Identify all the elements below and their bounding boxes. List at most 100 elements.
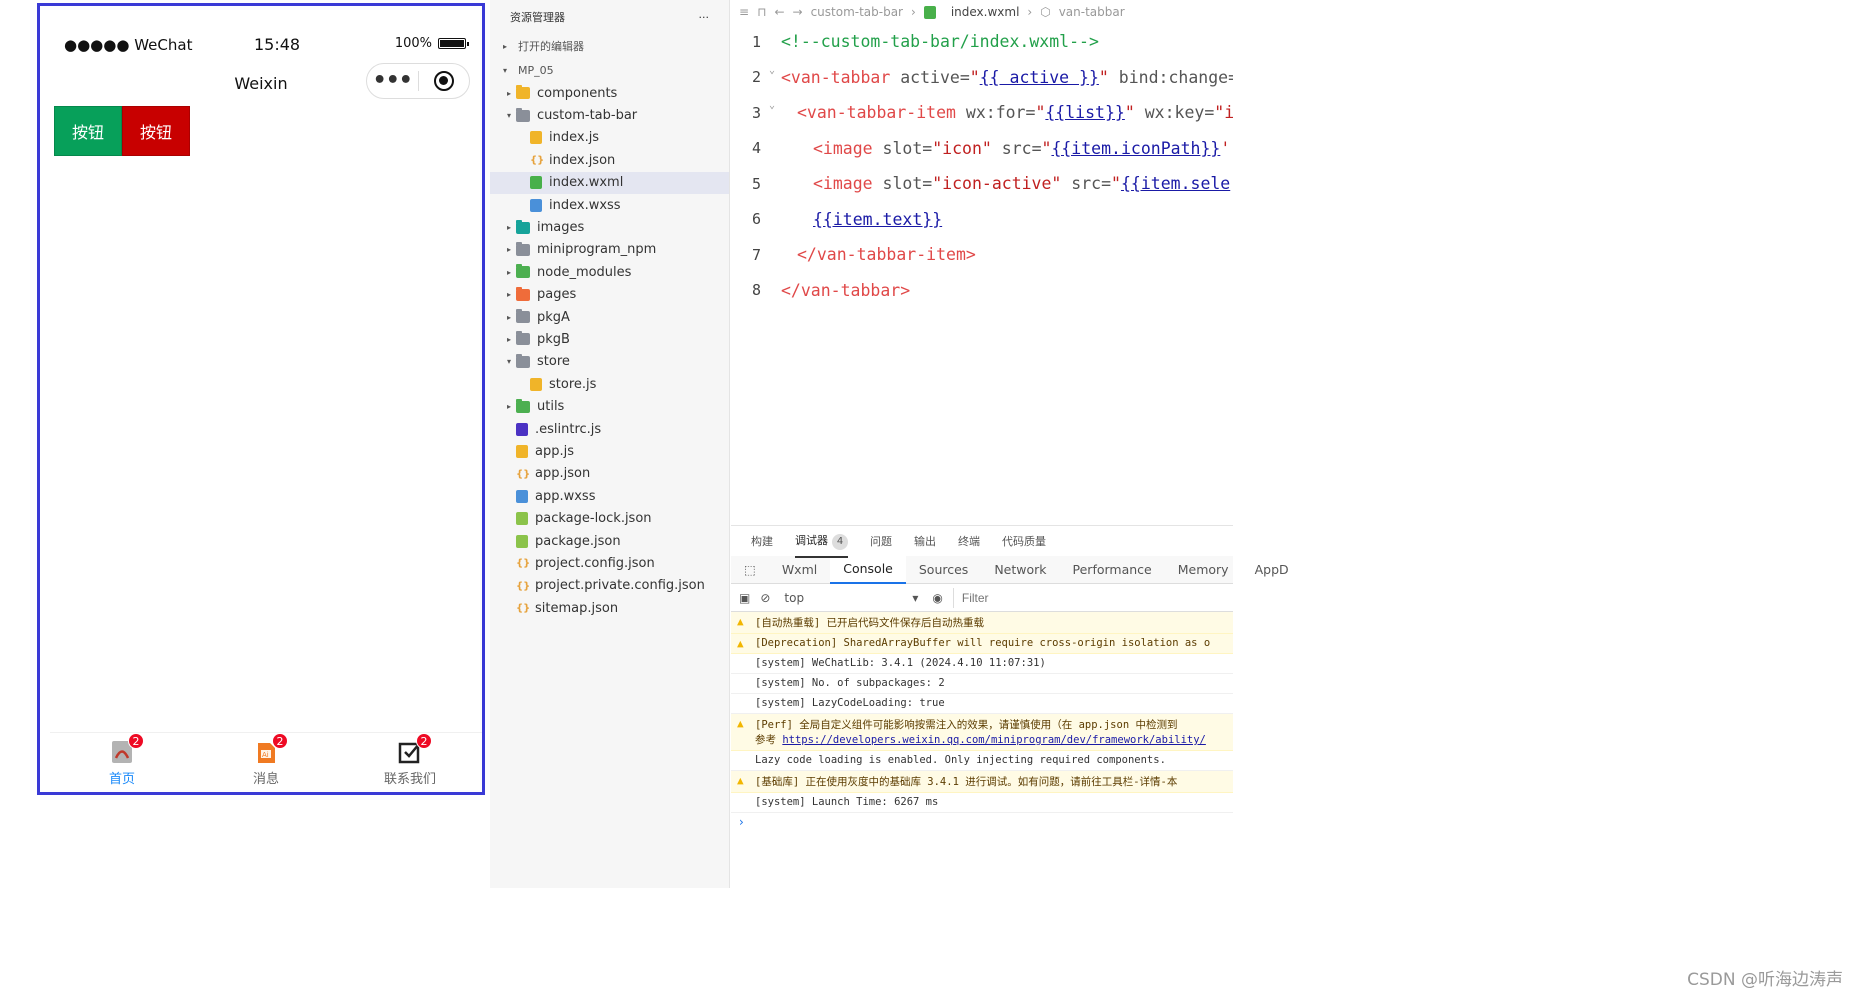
- clear-console-icon[interactable]: ⊘: [760, 591, 770, 605]
- code-token: <!--custom-tab-bar/index.wxml-->: [781, 32, 1099, 52]
- inspect-element-icon[interactable]: ⬚: [731, 556, 769, 584]
- tree-item-label: miniprogram_npm: [537, 242, 657, 258]
- code-token: ": [1041, 138, 1052, 158]
- code-token: active=: [890, 67, 970, 87]
- panel-tab[interactable]: 问题: [870, 533, 892, 549]
- tree-item-index-wxml[interactable]: index.wxml: [490, 171, 729, 194]
- tree-item-project-config-json[interactable]: {} project.config.json: [490, 552, 729, 574]
- open-editors-label: 打开的编辑器: [518, 40, 584, 53]
- tree-item-pages[interactable]: ▸ pages: [490, 284, 729, 306]
- code-line[interactable]: 1 <!--custom-tab-bar/index.wxml-->: [731, 24, 1233, 60]
- json-file-icon: {}: [516, 580, 531, 592]
- breadcrumb-file[interactable]: index.wxml: [951, 5, 1020, 19]
- tree-item-images[interactable]: ▸ images: [490, 216, 729, 238]
- sidebar-toggle-icon[interactable]: ▣: [739, 591, 750, 605]
- code-line[interactable]: 6 {{item.text}}: [731, 202, 1233, 238]
- tree-item-label: index.js: [549, 130, 600, 146]
- devtools-tab[interactable]: Sources: [906, 556, 981, 584]
- back-arrow-icon[interactable]: ←: [774, 5, 784, 19]
- more-icon[interactable]: •••: [367, 66, 418, 96]
- code-line[interactable]: 3 ⌄ <van-tabbar-item wx:for="{{list}}" wx:…: [731, 95, 1233, 131]
- tree-item-project-private-config-json[interactable]: {} project.private.config.json: [490, 575, 729, 597]
- code-line[interactable]: 7 </van-tabbar-item>: [731, 237, 1233, 273]
- tree-item-store-js[interactable]: store.js: [490, 373, 729, 395]
- fold-chevron-icon[interactable]: ⌄: [769, 100, 781, 111]
- panel-tab[interactable]: 构建: [751, 533, 773, 549]
- battery-percent: 100%: [394, 36, 432, 51]
- tree-item-pkgb[interactable]: ▸ pkgB: [490, 328, 729, 350]
- eye-icon[interactable]: ◉: [932, 591, 942, 605]
- log-link[interactable]: https://developers.weixin.qq.com/minipro…: [782, 734, 1206, 746]
- project-section[interactable]: ▾ MP_05: [490, 58, 729, 82]
- code-line[interactable]: 2 ⌄ <van-tabbar active="{{ active }}" bind…: [731, 60, 1233, 96]
- tree-item-index-json[interactable]: {} index.json: [490, 149, 729, 171]
- code-token: <van-tabbar: [781, 67, 891, 87]
- tab-0[interactable]: 2 首页: [50, 733, 194, 792]
- panel-tab[interactable]: 调试器 4: [795, 532, 848, 558]
- tab-2[interactable]: 2 联系我们: [338, 733, 482, 792]
- tree-item-index-wxss[interactable]: index.wxss: [490, 194, 729, 216]
- context-select[interactable]: top ▾: [780, 591, 922, 605]
- tree-item-index-js[interactable]: index.js: [490, 127, 729, 149]
- more-actions-button[interactable]: ···: [699, 11, 710, 24]
- devtools-tab[interactable]: Performance: [1060, 556, 1165, 584]
- tree-item-label: images: [537, 220, 585, 236]
- code-token: wx:for=: [955, 103, 1036, 123]
- code-text: <image slot="icon" src="{{item.iconPath}…: [781, 139, 1233, 158]
- tree-item-app-wxss[interactable]: app.wxss: [490, 485, 729, 507]
- tree-item-package-lock-json[interactable]: package-lock.json: [490, 507, 729, 529]
- tree-item--eslintrc-js[interactable]: .eslintrc.js: [490, 418, 729, 440]
- tree-item-node-modules[interactable]: ▸ node_modules: [490, 261, 729, 283]
- primary-button[interactable]: 按钮: [54, 106, 122, 156]
- devtools-tab[interactable]: Memory: [1165, 556, 1242, 584]
- tree-item-label: app.json: [535, 466, 591, 482]
- tree-item-utils[interactable]: ▸ utils: [490, 395, 729, 417]
- forward-arrow-icon[interactable]: →: [793, 5, 803, 19]
- context-select-value: top: [784, 590, 805, 605]
- tree-item-pkga[interactable]: ▸ pkgA: [490, 306, 729, 328]
- tree-item-label: app.wxss: [535, 488, 596, 504]
- bookmark-icon[interactable]: ⊓: [757, 5, 766, 19]
- devtools-tab[interactable]: Wxml: [769, 556, 830, 584]
- tree-item-store[interactable]: ▾ store: [490, 351, 729, 373]
- code-token: {{item.sele: [1120, 174, 1231, 194]
- tree-item-package-json[interactable]: package.json: [490, 530, 729, 552]
- chevron-right-icon: ▸: [506, 290, 511, 300]
- panel-tab[interactable]: 终端: [958, 533, 980, 549]
- fold-chevron-icon[interactable]: ⌄: [769, 65, 781, 76]
- tree-item-custom-tab-bar[interactable]: ▾ custom-tab-bar: [490, 104, 729, 126]
- tree-item-miniprogram-npm[interactable]: ▸ miniprogram_npm: [490, 239, 729, 261]
- tree-item-components[interactable]: ▸ components: [490, 82, 729, 104]
- log-text: Lazy code loading is enabled. Only injec…: [755, 754, 1166, 766]
- open-editors-section[interactable]: ▸ 打开的编辑器: [490, 34, 729, 58]
- file-icon: [516, 534, 528, 548]
- tree-item-label: project.config.json: [535, 555, 655, 571]
- file-icon: [530, 198, 542, 212]
- breadcrumb-folder[interactable]: custom-tab-bar: [811, 5, 903, 19]
- breadcrumb-symbol[interactable]: van-tabbar: [1059, 5, 1125, 19]
- code-line[interactable]: 8 </van-tabbar>: [731, 273, 1233, 309]
- list-icon[interactable]: ≡: [739, 5, 749, 19]
- console-prompt[interactable]: ›: [731, 813, 1233, 829]
- project-name: MP_05: [518, 63, 554, 77]
- tree-item-label: index.wxss: [549, 197, 621, 213]
- code-text: <image slot="icon-active" src="{{item.se…: [781, 174, 1233, 193]
- primary-button[interactable]: 按钮: [122, 106, 190, 156]
- tree-item-label: .eslintrc.js: [535, 421, 602, 437]
- code-area[interactable]: 1 <!--custom-tab-bar/index.wxml--> 2 ⌄ <van-…: [731, 24, 1233, 308]
- tree-item-app-js[interactable]: app.js: [490, 440, 729, 462]
- close-miniprogram-button[interactable]: [418, 71, 469, 91]
- devtools-tab[interactable]: AppD: [1242, 556, 1302, 584]
- devtools-tab[interactable]: Network: [981, 556, 1059, 584]
- tree-item-sitemap-json[interactable]: {} sitemap.json: [490, 597, 729, 619]
- code-line[interactable]: 4 <image slot="icon" src="{{item.iconPath…: [731, 131, 1233, 167]
- panel-tab[interactable]: 代码质量: [1002, 533, 1046, 549]
- panel-tab[interactable]: 输出: [914, 533, 936, 549]
- tree-item-app-json[interactable]: {} app.json: [490, 463, 729, 485]
- code-line[interactable]: 5 <image slot="icon-active" src="{{item.s…: [731, 166, 1233, 202]
- code-token: "icon": [932, 138, 992, 158]
- filter-input[interactable]: [952, 587, 1153, 608]
- devtools-tab[interactable]: Console: [830, 555, 906, 584]
- tab-1[interactable]: Ai 2 消息: [194, 733, 338, 792]
- code-token: {{list}}: [1045, 103, 1125, 123]
